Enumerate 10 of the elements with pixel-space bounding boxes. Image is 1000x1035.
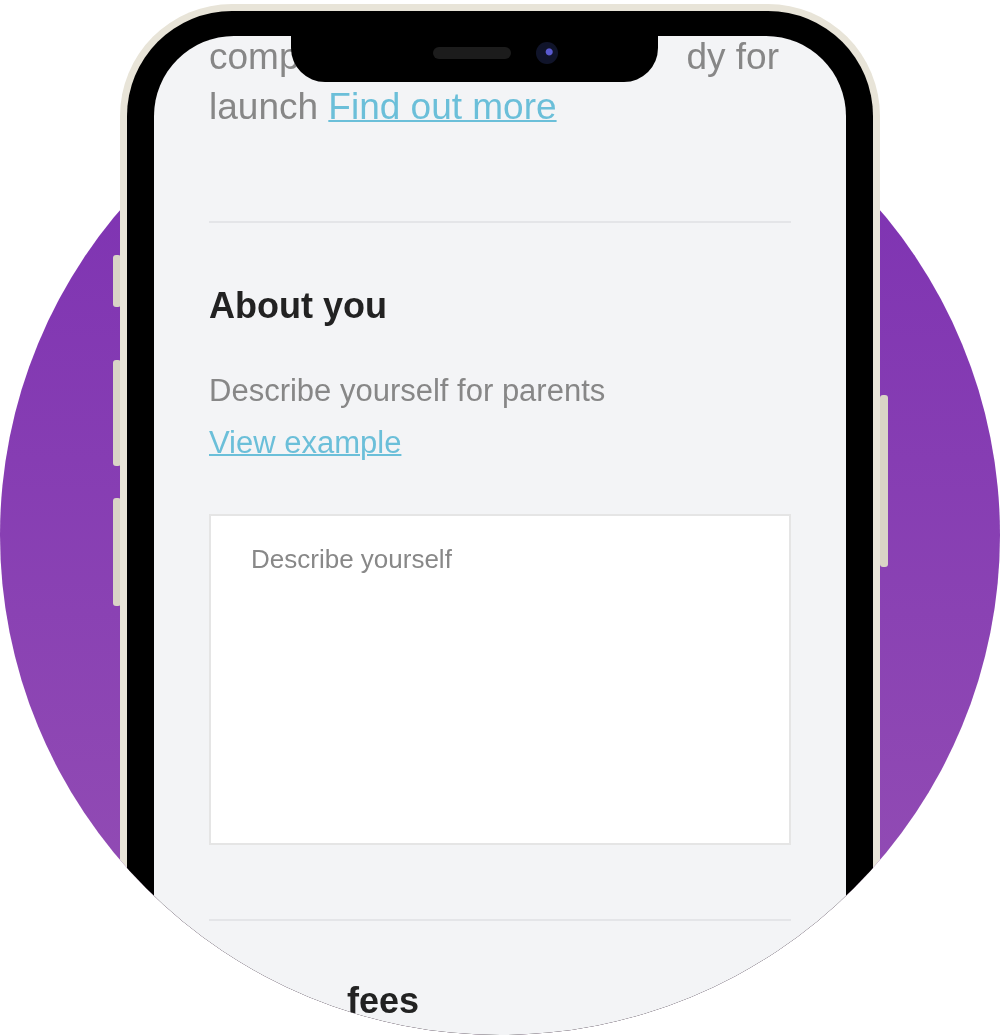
view-example-link[interactable]: View example	[209, 417, 402, 469]
description-textarea[interactable]: Describe yourself	[209, 514, 791, 845]
camera-icon	[536, 42, 558, 64]
speaker-icon	[433, 47, 511, 59]
section-heading: fees	[347, 979, 420, 1023]
find-out-more-link[interactable]: Find out more	[328, 86, 557, 127]
intro-text: dy for	[686, 36, 779, 79]
description-text: Describe yourself for parents	[209, 372, 607, 410]
section-heading: About you	[209, 284, 388, 328]
intro-text: launch Find out more	[209, 85, 558, 129]
